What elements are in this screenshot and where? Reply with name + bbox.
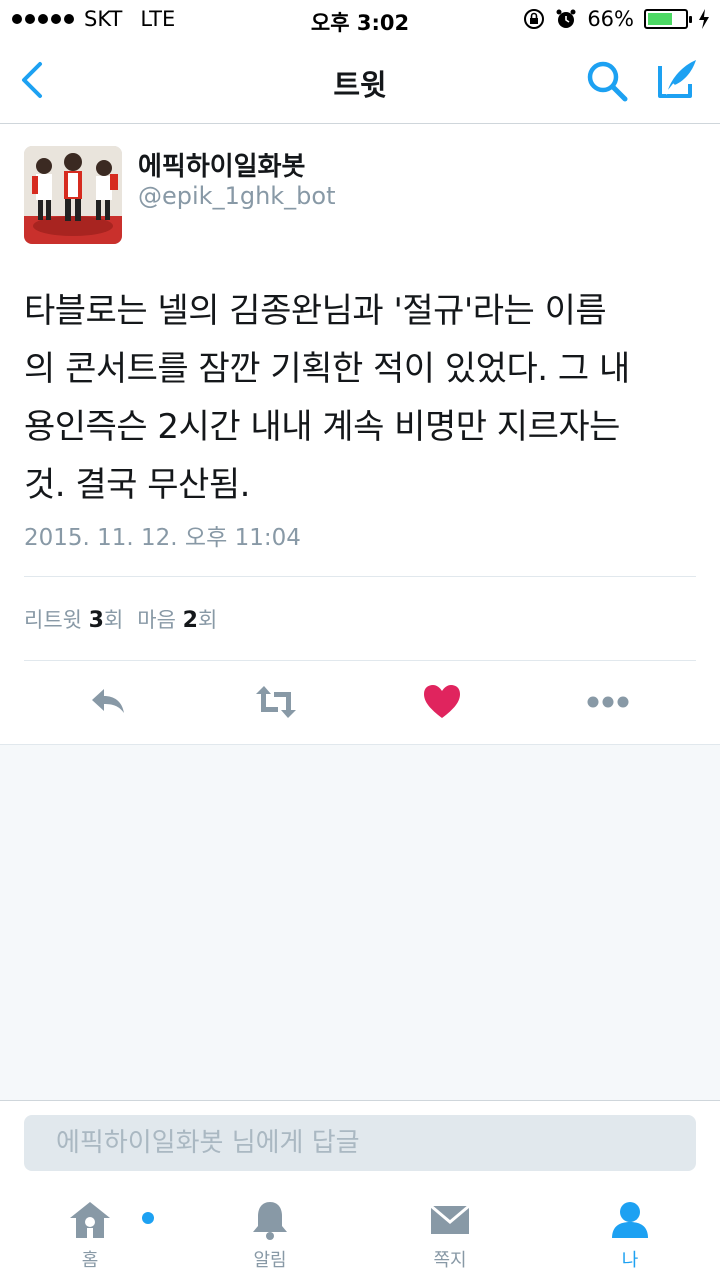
tweet-text-line: 의 콘서트를 잠깐 기획한 적이 있었다. 그 내 [24, 349, 630, 389]
like-unit: 회 [197, 608, 218, 632]
status-bar: SKT LTE 오후 3:02 66% [0, 0, 720, 40]
navigation-bar: 트윗 [0, 40, 720, 124]
retweet-stat[interactable]: 리트윗 3회 [24, 604, 123, 634]
author-handle[interactable]: @epik_1ghk_bot [138, 182, 336, 210]
retweet-unit: 회 [103, 608, 124, 632]
tweet-text-line: 것. 결국 무산됨. [24, 465, 250, 505]
search-icon [587, 61, 628, 102]
envelope-icon [430, 1204, 470, 1234]
tab-messages[interactable]: 쪽지 [390, 1198, 510, 1272]
tab-notifications[interactable]: 알림 [210, 1198, 330, 1272]
divider [24, 660, 696, 661]
reply-button[interactable] [88, 682, 128, 722]
tab-notifications-label: 알림 [253, 1250, 287, 1271]
home-icon [70, 1202, 110, 1238]
search-button[interactable] [584, 58, 630, 104]
more-options-button[interactable] [586, 682, 630, 722]
avatar[interactable] [24, 146, 122, 244]
compose-tweet-button[interactable] [654, 56, 700, 102]
more-dots-icon [587, 696, 629, 708]
reply-icon [92, 689, 124, 713]
reply-input[interactable] [24, 1115, 696, 1171]
replies-area [0, 744, 720, 1101]
rotation-lock-icon [524, 9, 545, 29]
like-stat-label: 마음 [137, 608, 176, 632]
alarm-icon [556, 9, 576, 28]
charging-bolt-icon [699, 9, 709, 29]
tweet-actions [0, 672, 720, 734]
reply-field-container[interactable] [24, 1115, 696, 1171]
unread-dot [142, 1212, 154, 1224]
battery-icon [644, 9, 692, 29]
retweet-button[interactable] [254, 682, 296, 722]
tweet-text-line: 타블로는 넬의 김종완님과 '절규'라는 이름 [24, 291, 607, 331]
tab-bar: 홈 알림 쪽지 나 [0, 1188, 720, 1280]
tweet-text: 타블로는 넬의 김종완님과 '절규'라는 이름 의 콘서트를 잠깐 기획한 적이… [24, 282, 704, 514]
tab-me-label: 나 [621, 1250, 639, 1271]
tab-me[interactable]: 나 [570, 1198, 690, 1272]
tab-messages-label: 쪽지 [433, 1250, 467, 1271]
like-count: 2 [182, 608, 198, 633]
tweet-text-line: 용인즉슨 2시간 내내 계속 비명만 지르자는 [24, 407, 620, 447]
author-name[interactable]: 에픽하이일화봇 [138, 146, 305, 183]
avatar-photo [24, 146, 122, 244]
tweet-timestamp: 2015. 11. 12. 오후 11:04 [24, 525, 301, 551]
battery-percent: 66% [587, 7, 634, 31]
tab-home[interactable]: 홈 [30, 1198, 154, 1272]
like-stat[interactable]: 마음 2회 [137, 604, 217, 634]
tab-home-label: 홈 [81, 1250, 99, 1271]
bell-icon [253, 1202, 287, 1240]
retweet-count: 3 [88, 608, 104, 633]
retweet-icon [256, 686, 296, 718]
tweet-stats: 리트윗 3회 마음 2회 [24, 604, 231, 634]
person-icon [612, 1202, 648, 1238]
divider [24, 576, 696, 577]
like-button[interactable] [422, 682, 462, 722]
heart-icon [424, 685, 460, 718]
retweet-stat-label: 리트윗 [24, 608, 82, 632]
compose-quill-icon [658, 60, 696, 98]
